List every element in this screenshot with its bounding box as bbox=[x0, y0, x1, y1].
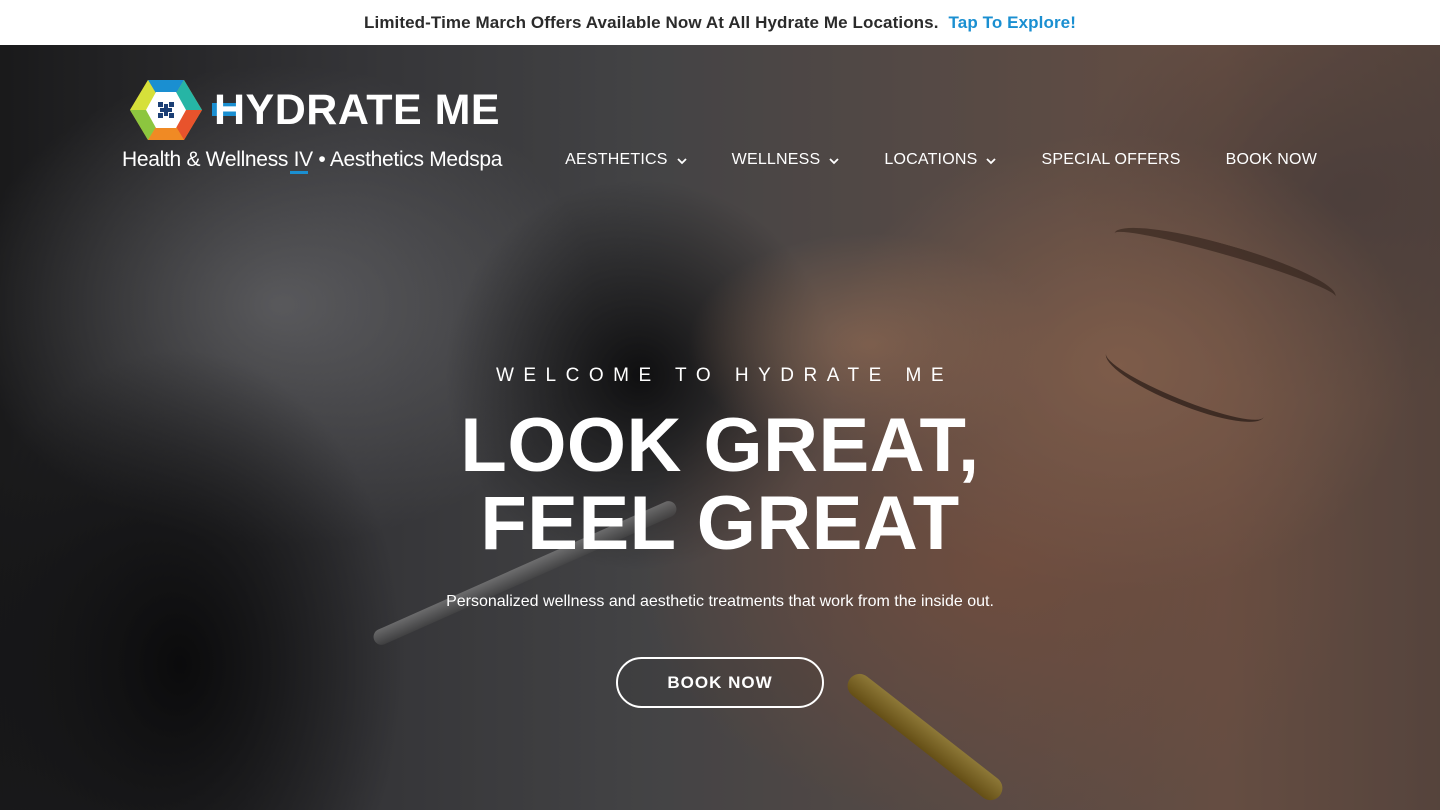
chevron-down-icon bbox=[677, 158, 687, 165]
nav-item-aesthetics[interactable]: AESTHETICS bbox=[565, 148, 687, 172]
book-now-button[interactable]: BOOK NOW bbox=[616, 657, 824, 708]
hexagon-cross-logo-icon bbox=[130, 80, 202, 140]
promo-explore-link[interactable]: Tap To Explore! bbox=[949, 13, 1076, 33]
nav-item-special-offers[interactable]: SPECIAL OFFERS bbox=[1041, 148, 1180, 172]
nav-item-label: WELLNESS bbox=[731, 151, 821, 168]
logo-tagline: Health & Wellness IV • Aesthetics Medspa bbox=[122, 148, 503, 171]
hero-headline-line-1: LOOK GREAT, bbox=[460, 403, 980, 488]
hero-subhead: Personalized wellness and aesthetic trea… bbox=[446, 593, 994, 610]
chevron-down-icon bbox=[829, 158, 840, 165]
nav-item-locations[interactable]: LOCATIONS bbox=[884, 148, 997, 172]
site-logo[interactable]: HYDRATE ME Health & Wellness IV • Aesthe… bbox=[122, 78, 512, 178]
hero-headline-line-2: FEEL GREAT bbox=[480, 481, 960, 566]
nav-item-label: AESTHETICS bbox=[565, 151, 668, 168]
hero-eyebrow: WELCOME TO HYDRATE ME bbox=[495, 365, 954, 386]
hero-content: WELCOME TO HYDRATE ME LOOK GREAT, FEEL G… bbox=[0, 365, 1440, 708]
nav-item-label: SPECIAL OFFERS bbox=[1041, 151, 1181, 168]
promo-banner: Limited-Time March Offers Available Now … bbox=[0, 0, 1440, 45]
main-navigation: AESTHETICS WELLNESS LOCATIONS SPECIAL OF… bbox=[565, 148, 1317, 172]
nav-item-wellness[interactable]: WELLNESS bbox=[732, 148, 840, 172]
hero-headline: LOOK GREAT, FEEL GREAT bbox=[0, 407, 1440, 563]
nav-item-book-now[interactable]: BOOK NOW bbox=[1226, 148, 1317, 172]
chevron-down-icon bbox=[986, 158, 997, 165]
promo-text: Limited-Time March Offers Available Now … bbox=[364, 12, 939, 32]
nav-item-label: LOCATIONS bbox=[884, 151, 978, 168]
nav-item-label: BOOK NOW bbox=[1225, 151, 1317, 168]
logo-wordmark: HYDRATE ME bbox=[214, 86, 501, 134]
